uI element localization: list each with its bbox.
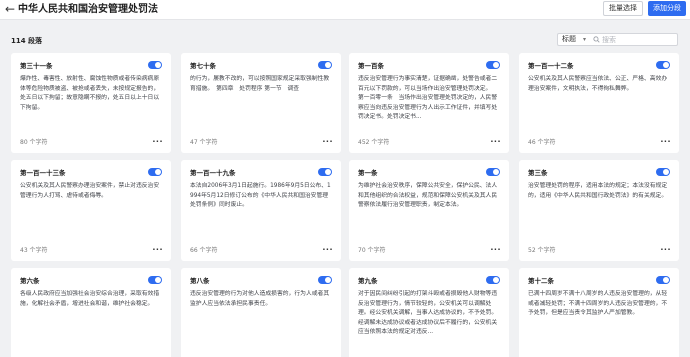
segment-card[interactable]: 第六条 各级人民政府应当加强社会治安综合治理，采取有效措施，化解社会矛盾，增进社… [11, 268, 171, 357]
segment-card[interactable]: 第一百一十九条 本法自2006年3月1日起施行。1986年9月5日公布、1994… [181, 160, 341, 261]
add-segment-button[interactable]: 添加分段 [648, 1, 686, 16]
search-input[interactable] [602, 35, 674, 45]
segment-title: 第九条 [358, 277, 378, 285]
segment-content: 本法自2006年3月1日起施行。1986年9月5日公布、1994年5月12日修订… [190, 183, 331, 208]
more-options-icon[interactable]: ··· [660, 138, 671, 146]
segment-char-count: 52 个字符 [528, 247, 556, 254]
segment-char-count: 66 个字符 [190, 247, 218, 254]
segment-enable-toggle[interactable] [148, 276, 162, 284]
segment-enable-toggle[interactable] [656, 276, 670, 284]
segment-enable-toggle[interactable] [486, 61, 500, 69]
page-title: 中华人民共和国治安管理处罚法 [18, 4, 158, 15]
segment-card[interactable]: 第一百一十三条 公安机关及其人民警察办理治安案件，禁止对违反治安管理行为人打骂、… [11, 160, 171, 261]
segment-char-count: 80 个字符 [20, 139, 48, 146]
more-options-icon[interactable]: ··· [490, 138, 501, 146]
segment-content: 各级人民政府应当加强社会治安综合治理，采取有效措施，化解社会矛盾，增进社会和谐，… [20, 291, 160, 307]
more-options-icon[interactable]: ··· [152, 138, 163, 146]
back-arrow-icon[interactable]: ← [5, 3, 15, 15]
segment-char-count: 47 个字符 [190, 139, 218, 146]
more-options-icon[interactable]: ··· [152, 246, 163, 254]
top-bar: ← 中华人民共和国治安管理处罚法 批量选择 添加分段 [0, 0, 690, 20]
more-options-icon[interactable]: ··· [322, 138, 333, 146]
segment-title: 第一条 [358, 169, 378, 177]
segment-content: 公安机关及其人民警察应当依法、公正、严格、高效办理治安案件，文明执法，不得徇私舞… [528, 76, 668, 92]
segment-char-count: 452 个字符 [358, 139, 390, 146]
more-options-icon[interactable]: ··· [490, 246, 501, 254]
search-field-select[interactable]: 标题 ▾ [557, 33, 590, 46]
search-icon [593, 36, 600, 43]
segment-enable-toggle[interactable] [656, 61, 670, 69]
segment-content: 治安管理处罚的程序，适用本法的规定；本法没有规定的，适用《中华人民共和国行政处罚… [528, 183, 668, 199]
segment-card[interactable]: 第七十条 的行为，屡教不改的，可以按照国家规定采取强制性教育措施。 第四章 处罚… [181, 53, 341, 153]
segment-card[interactable]: 第一百一十二条 公安机关及其人民警察应当依法、公正、严格、高效办理治安案件，文明… [519, 53, 679, 153]
segment-content: 的行为，屡教不改的，可以按照国家规定采取强制性教育措施。 第四章 处罚程序 第一… [190, 76, 330, 92]
segment-enable-toggle[interactable] [656, 168, 670, 176]
segment-char-count: 46 个字符 [528, 139, 556, 146]
segment-title: 第三十一条 [20, 62, 53, 70]
segment-card[interactable]: 第一百条 违反治安管理行为事实清楚，证据确凿，处警告或者二百元以下罚款的，可以当… [349, 53, 509, 153]
segment-count: 114 段落 [11, 37, 43, 45]
segment-card[interactable]: 第八条 违反治安管理的行为对他人造成损害的，行为人或者其监护人应当依法承担民事责… [181, 268, 341, 357]
batch-select-button[interactable]: 批量选择 [603, 1, 643, 16]
segment-title: 第十二条 [528, 277, 554, 285]
segment-title: 第七十条 [190, 62, 216, 70]
segment-title: 第一百一十三条 [20, 169, 66, 177]
segment-card[interactable]: 第十二条 已满十四周岁不满十八周岁的人违反治安管理的，从轻或者减轻处罚；不满十四… [519, 268, 679, 357]
segment-char-count: 70 个字符 [358, 247, 386, 254]
segment-enable-toggle[interactable] [486, 168, 500, 176]
segment-card[interactable]: 第九条 对于因民间纠纷引起的打架斗殴或者损毁他人财物等违反治安管理行为，情节较轻… [349, 268, 509, 357]
search-box[interactable] [589, 33, 678, 46]
segment-title: 第一百一十二条 [528, 62, 574, 70]
segment-card[interactable]: 第三十一条 爆炸性、毒害性、放射性、腐蚀性物质或者传染病病原体等危险物质被盗、被… [11, 53, 171, 153]
segment-title: 第一百一十九条 [190, 169, 236, 177]
segment-enable-toggle[interactable] [148, 61, 162, 69]
segment-enable-toggle[interactable] [318, 276, 332, 284]
segment-content: 违反治安管理的行为对他人造成损害的，行为人或者其监护人应当依法承担民事责任。 [190, 291, 330, 307]
more-options-icon[interactable]: ··· [660, 246, 671, 254]
segment-char-count: 43 个字符 [20, 247, 48, 254]
segment-card[interactable]: 第一条 为维护社会治安秩序，保障公共安全，保护公民、法人和其他组织的合法权益，规… [349, 160, 509, 261]
segment-title: 第一百条 [358, 62, 384, 70]
segment-content: 为维护社会治安秩序，保障公共安全，保护公民、法人和其他组织的合法权益，规范和保障… [358, 183, 498, 208]
segment-enable-toggle[interactable] [148, 168, 162, 176]
segment-content: 对于因民间纠纷引起的打架斗殴或者损毁他人财物等违反治安管理行为，情节较轻的，公安… [358, 291, 498, 335]
more-options-icon[interactable]: ··· [322, 246, 333, 254]
segment-content: 已满十四周岁不满十八周岁的人违反治安管理的，从轻或者减轻处罚；不满十四周岁的人违… [528, 291, 668, 316]
chevron-down-icon: ▾ [582, 36, 586, 43]
segment-content: 违反治安管理行为事实清楚，证据确凿，处警告或者二百元以下罚款的，可以当场作出治安… [358, 76, 501, 120]
search-field-value: 标题 [562, 35, 576, 43]
segment-title: 第八条 [190, 277, 210, 285]
segment-content: 公安机关及其人民警察办理治安案件，禁止对违反治安管理行为人打骂、虐待或者侮辱。 [20, 183, 160, 199]
segment-enable-toggle[interactable] [318, 168, 332, 176]
segment-title: 第三条 [528, 169, 548, 177]
segment-title: 第六条 [20, 277, 40, 285]
segment-enable-toggle[interactable] [486, 276, 500, 284]
segment-content: 爆炸性、毒害性、放射性、腐蚀性物质或者传染病病原体等危险物质被盗、被抢或者丢失，… [20, 76, 160, 111]
segment-card[interactable]: 第三条 治安管理处罚的程序，适用本法的规定；本法没有规定的，适用《中华人民共和国… [519, 160, 679, 261]
segment-enable-toggle[interactable] [318, 61, 332, 69]
